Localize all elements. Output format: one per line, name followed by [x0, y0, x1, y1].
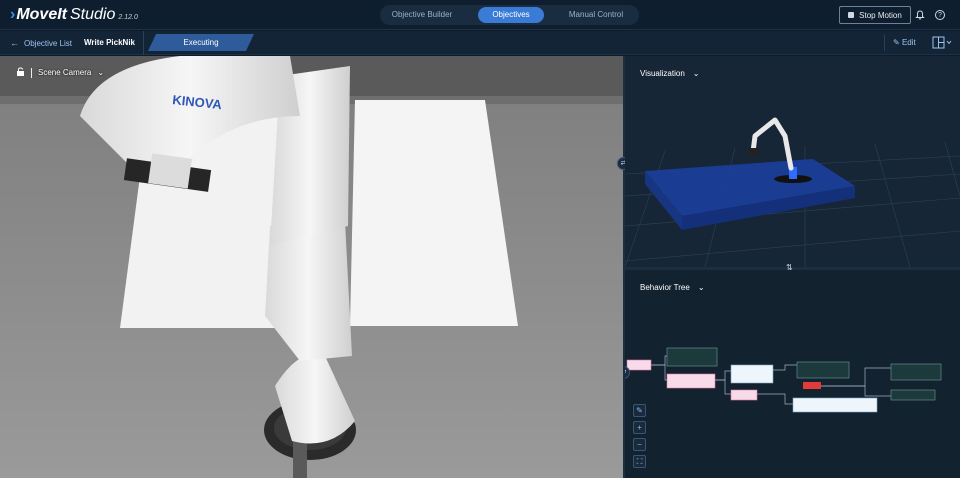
pencil-icon: ✎ [893, 38, 900, 47]
logo-product: Studio [70, 6, 116, 23]
visualization-title-dropdown[interactable]: Visualization ⌄ [640, 69, 699, 78]
behavior-tree-graph[interactable] [625, 270, 960, 478]
camera-feed-image: KINOVA [0, 56, 623, 478]
visualization-title: Visualization [640, 69, 685, 78]
layout-grid-icon[interactable] [932, 36, 954, 50]
visualization-panel: Visualization ⌄ [625, 56, 960, 267]
stop-motion-label: Stop Motion [859, 10, 902, 20]
back-label: Objective List [24, 38, 73, 48]
behavior-tree-title: Behavior Tree [640, 283, 690, 292]
stop-icon [848, 12, 855, 18]
visualization-viewport[interactable] [625, 56, 960, 267]
logo-chevron-icon: › [10, 6, 16, 23]
arrow-left-icon: ← [10, 38, 19, 48]
back-to-objective-list[interactable]: ← Objective List [10, 38, 72, 48]
chevron-down-icon: ⌄ [97, 68, 105, 77]
divider [143, 31, 144, 55]
edit-tree-icon[interactable]: ✎ [633, 404, 646, 417]
fit-view-icon[interactable]: ⛶ [633, 455, 646, 468]
edit-label: Edit [901, 38, 916, 47]
objective-header: ← Objective List Write PickNik Executing… [0, 31, 960, 55]
app-version: 2.12.0 [118, 14, 138, 21]
zoom-out-icon[interactable]: − [633, 438, 646, 451]
objective-name: Write PickNik [84, 38, 135, 47]
chevron-down-icon: ⌄ [692, 69, 700, 78]
divider [31, 67, 32, 78]
behavior-tree-panel: Behavior Tree ⌄ ⇄ ✎ + − [625, 270, 960, 478]
logo-brand: MoveIt [16, 6, 67, 23]
lock-icon[interactable] [16, 67, 25, 78]
chevron-down-icon: ⌄ [697, 283, 705, 292]
zoom-in-icon[interactable]: + [633, 421, 646, 434]
tab-objectives[interactable]: Objectives [478, 7, 544, 23]
bell-icon[interactable] [914, 9, 926, 21]
scene-camera-panel: KINOVA Scene Camera ⌄ [0, 56, 623, 478]
bt-node-group [626, 347, 942, 413]
tab-manual-control[interactable]: Manual Control [556, 7, 636, 23]
top-bar: › MoveIt Studio 2.12.0 Objective Builder… [0, 0, 960, 30]
help-icon[interactable]: ? [935, 10, 945, 20]
bt-zoom-tools: ✎ + − ⛶ [633, 404, 646, 472]
edit-button[interactable]: ✎ Edit [893, 38, 916, 47]
camera-selector[interactable]: Scene Camera ⌄ [16, 67, 104, 78]
divider [884, 35, 885, 51]
status-badge: Executing [148, 34, 254, 51]
app-logo: › MoveIt Studio 2.12.0 [10, 6, 138, 24]
main-tabs: Objective Builder Objectives Manual Cont… [380, 5, 639, 25]
behavior-tree-title-dropdown[interactable]: Behavior Tree ⌄ [640, 283, 705, 292]
camera-title: Scene Camera [38, 68, 92, 77]
tab-objective-builder[interactable]: Objective Builder [382, 7, 462, 23]
stop-motion-button[interactable]: Stop Motion [839, 6, 911, 24]
